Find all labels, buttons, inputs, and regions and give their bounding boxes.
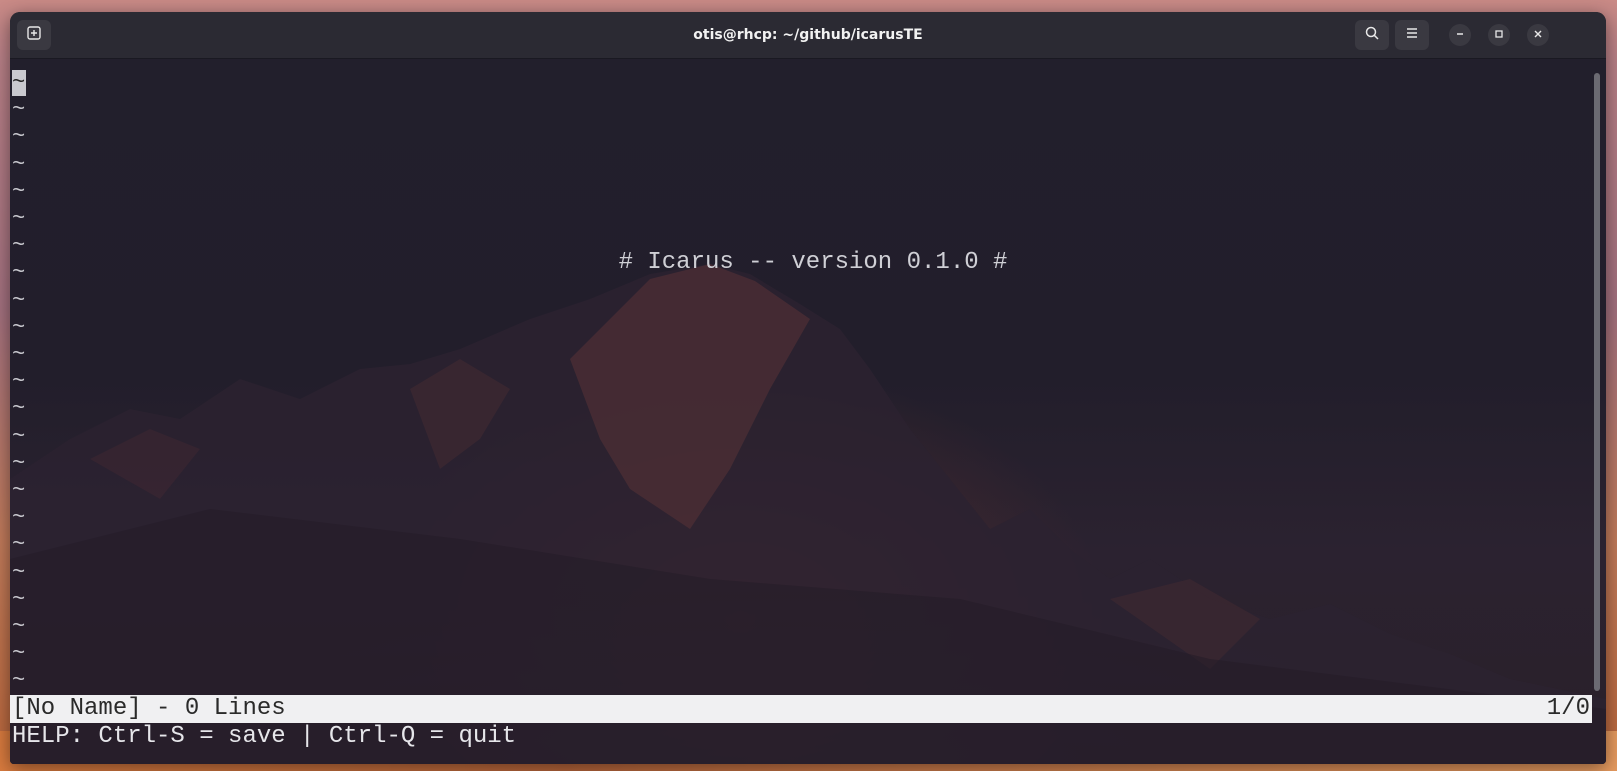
empty-line-marker: ~ xyxy=(12,342,26,367)
empty-line-marker: ~ xyxy=(12,423,26,449)
empty-line-marker: ~ xyxy=(12,450,26,476)
empty-line-marker: ~ xyxy=(12,314,26,340)
help-bar: HELP: Ctrl-S = save | Ctrl-Q = quit xyxy=(12,723,517,750)
terminal-window: otis@rhcp: ~/github/icarusTE ~ ~ ~ ~ ~ ~… xyxy=(10,12,1606,764)
hamburger-menu-icon xyxy=(1404,25,1420,46)
status-position: 1/0 xyxy=(1546,695,1590,722)
empty-line-marker: ~ xyxy=(12,668,26,694)
close-button[interactable] xyxy=(1527,24,1549,46)
empty-line-marker: ~ xyxy=(12,178,26,204)
empty-line-marker: ~ xyxy=(12,97,26,123)
scrollbar[interactable] xyxy=(1594,73,1600,691)
minimize-button[interactable] xyxy=(1449,24,1471,46)
status-bar: [No Name] - 0 Lines 1/0 xyxy=(10,695,1592,723)
status-filename: [No Name] - 0 Lines xyxy=(12,695,286,722)
search-button[interactable] xyxy=(1355,20,1389,50)
mountain-background xyxy=(10,264,1606,764)
titlebar: otis@rhcp: ~/github/icarusTE xyxy=(10,12,1606,59)
empty-line-marker: ~ xyxy=(12,505,26,531)
maximize-icon xyxy=(1494,26,1504,44)
empty-line-marker: ~ xyxy=(12,614,26,639)
maximize-button[interactable] xyxy=(1488,24,1510,46)
close-icon xyxy=(1533,26,1543,44)
empty-line-marker: ~ xyxy=(12,532,26,558)
empty-line-marker: ~ xyxy=(12,287,26,313)
minimize-icon xyxy=(1455,26,1465,44)
empty-line-marker: ~ xyxy=(12,641,26,667)
welcome-message: # Icarus -- version 0.1.0 # xyxy=(618,249,1008,276)
empty-line-marker: ~ xyxy=(12,478,26,503)
menu-button[interactable] xyxy=(1395,20,1429,50)
empty-line-marker: ~ xyxy=(12,206,26,231)
search-icon xyxy=(1364,25,1380,46)
empty-line-marker: ~ xyxy=(12,586,26,612)
empty-line-marker: ~ xyxy=(12,396,26,422)
empty-line-marker: ~ xyxy=(12,151,26,177)
empty-line-marker: ~ xyxy=(12,559,26,585)
empty-line-marker: ~ xyxy=(12,124,26,150)
terminal-area[interactable]: ~ ~ ~ ~ ~ ~ ~ ~ ~ ~ ~ ~ ~ ~ ~ ~ ~ ~ ~ ~ ~ ~ ~ # Icarus -- vers… xyxy=(10,59,1606,764)
cursor-line-marker: ~ xyxy=(12,70,26,96)
empty-line-marker: ~ xyxy=(12,369,26,395)
